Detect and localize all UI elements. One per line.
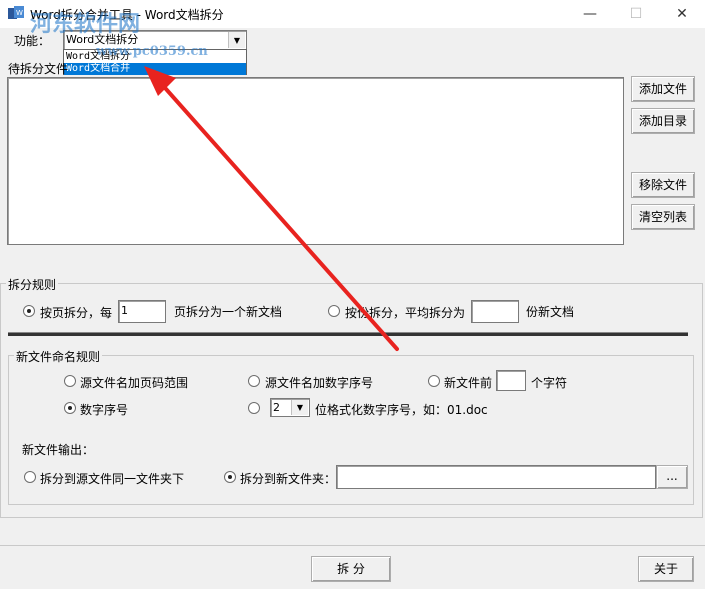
annotation-arrow — [144, 66, 399, 351]
